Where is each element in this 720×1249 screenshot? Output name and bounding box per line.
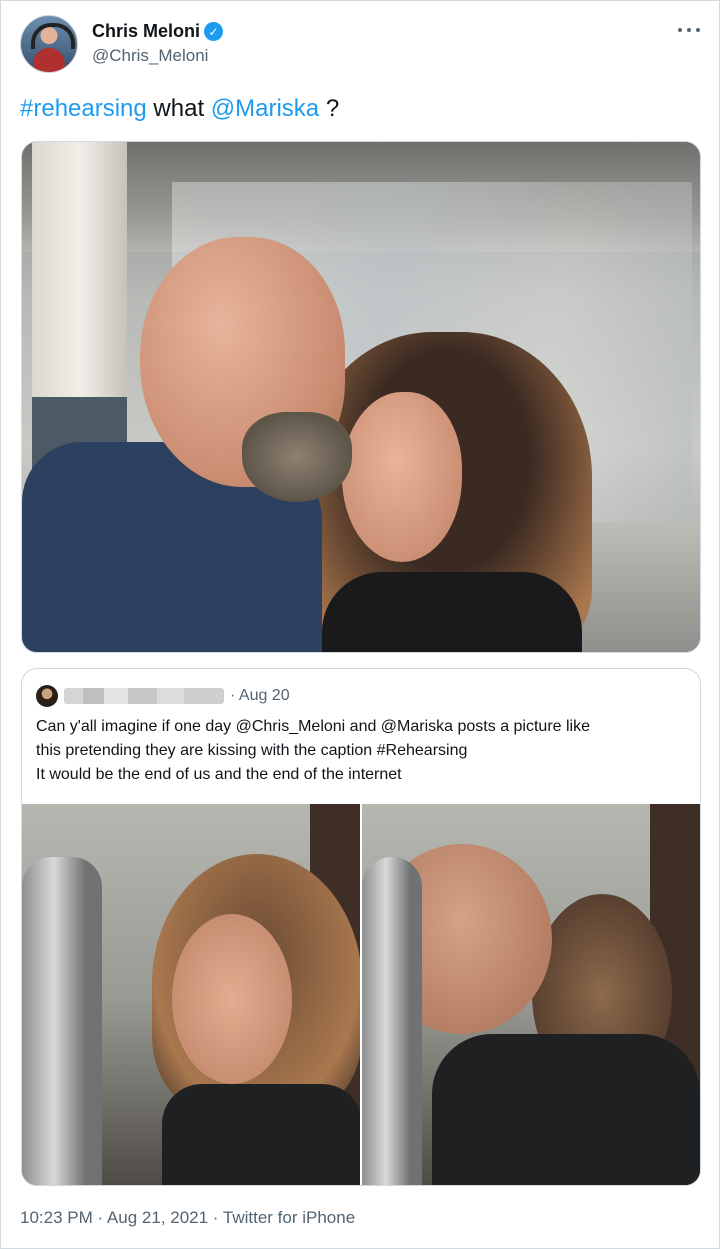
- tweet-text-middle: what: [146, 95, 211, 122]
- tweet-text-end: ?: [319, 95, 340, 122]
- tweet-text: #rehearsing what @Mariska ?: [20, 95, 339, 123]
- tweet-card: Chris Meloni ✓ @Chris_Meloni #rehearsing…: [0, 0, 720, 1249]
- quoted-tweet-date: · Aug 20: [230, 687, 290, 704]
- quoted-text-line: It would be the end of us and the end of…: [36, 766, 402, 783]
- author-display-name[interactable]: Chris Meloni: [92, 21, 200, 42]
- quoted-text-line: this pretending they are kissing with th…: [36, 742, 468, 759]
- author-name-row: Chris Meloni ✓: [92, 21, 224, 42]
- quoted-tweet-text: Can y'all imagine if one day @Chris_Melo…: [36, 715, 686, 787]
- quoted-text-line: Can y'all imagine if one day @Chris_Melo…: [36, 718, 591, 735]
- tweet-timestamp[interactable]: 10:23 PM · Aug 21, 2021 · Twitter for iP…: [20, 1208, 355, 1228]
- tweet-header: Chris Meloni ✓ @Chris_Meloni: [20, 15, 700, 73]
- verified-badge-icon: ✓: [204, 22, 224, 41]
- hashtag-link[interactable]: #rehearsing: [20, 95, 147, 122]
- quoted-photo-2[interactable]: [362, 804, 700, 1185]
- author-handle[interactable]: @Chris_Meloni: [92, 46, 208, 66]
- avatar[interactable]: [20, 15, 78, 73]
- tweet-photo[interactable]: [21, 141, 701, 653]
- blurred-username: [64, 688, 224, 704]
- mention-link[interactable]: @Mariska: [211, 95, 319, 122]
- quoted-tweet[interactable]: · Aug 20 Can y'all imagine if one day @C…: [21, 668, 701, 1186]
- more-options-icon[interactable]: [678, 23, 700, 37]
- quoted-photo-1[interactable]: [22, 804, 360, 1185]
- quoted-avatar: [36, 685, 58, 707]
- quoted-tweet-header: · Aug 20: [36, 685, 290, 707]
- quoted-photos: [22, 804, 700, 1185]
